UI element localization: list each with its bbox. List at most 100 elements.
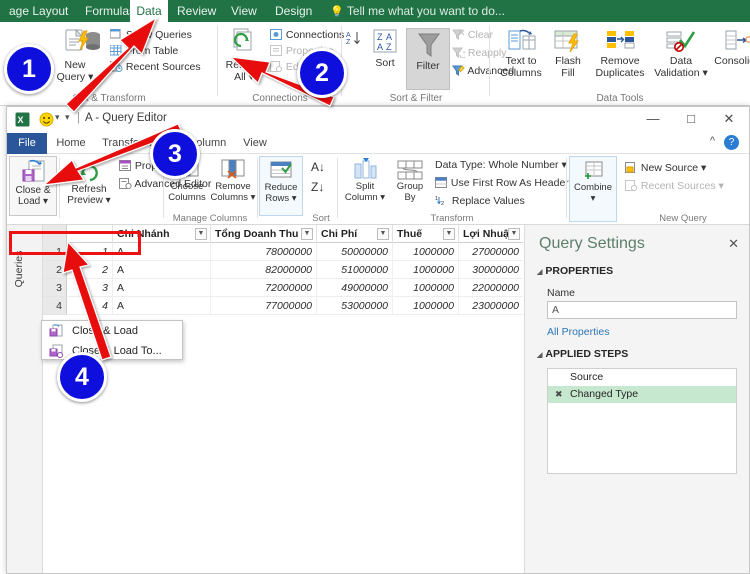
chevron-down-icon: ◢	[537, 269, 543, 276]
group-by-label-line2: By	[404, 191, 416, 203]
all-properties-link[interactable]: All Properties	[547, 326, 609, 338]
flash-fill-button[interactable]: Flash Fill	[548, 28, 588, 79]
filter-label: Filter	[416, 60, 440, 72]
qe-tab-file[interactable]: File	[7, 133, 47, 154]
flash-fill-label-line1: Flash	[555, 55, 581, 67]
minimize-button[interactable]: —	[635, 107, 671, 131]
clear-filter-item[interactable]: Clear	[452, 28, 493, 42]
maximize-button[interactable]: □	[673, 107, 709, 131]
refresh-all-button[interactable]: Refresh All ▾	[220, 28, 268, 83]
sort-ascending-button[interactable]: A↓	[311, 160, 325, 174]
applied-steps-section-header[interactable]: ◢ APPLIED STEPS	[537, 348, 628, 360]
cell-chi-nhanh: A	[113, 279, 211, 297]
remove-duplicates-label-line1: Remove	[600, 55, 640, 67]
recent-sources-icon	[109, 60, 123, 72]
show-queries-item[interactable]: Show Queries	[109, 28, 192, 42]
filter-icon	[417, 31, 441, 59]
combine-label: Combine	[573, 182, 613, 193]
sort-button[interactable]: ZAAZ Sort	[364, 28, 406, 70]
qe-tab-label: Home	[56, 137, 86, 149]
remove-duplicates-label-line2: Duplicates	[595, 66, 645, 79]
data-type-item[interactable]: Data Type: Whole Number ▾	[435, 159, 567, 171]
excel-app-icon: X	[15, 112, 30, 127]
cell-thue: 1000000	[393, 243, 459, 261]
excel-tab-label: Design	[275, 4, 313, 18]
tell-me-box[interactable]: 💡 Tell me what you want to do...	[330, 0, 505, 22]
recent-sources-label: Recent Sources	[640, 180, 716, 192]
grid-column-header-loi-nhuan[interactable]: Lợi Nhuận ▼	[459, 225, 523, 243]
qe-tab-view[interactable]: View	[233, 133, 277, 154]
refresh-all-icon	[232, 28, 258, 58]
row-header[interactable]: 3	[43, 279, 67, 297]
properties-section-header[interactable]: ◢ PROPERTIES	[537, 265, 613, 277]
text-to-columns-label-line2: Columns	[500, 66, 542, 79]
filter-dropdown-icon[interactable]: ▼	[377, 228, 389, 240]
group-title: Data Tools	[596, 93, 644, 104]
cell-loi-nhuan: 22000000	[459, 279, 523, 297]
reduce-rows-button[interactable]: Reduce Rows ▾	[259, 156, 303, 216]
applied-step-source[interactable]: Source	[548, 369, 736, 386]
sort-descending-icon: Z↓	[311, 180, 325, 194]
tell-me-label: Tell me what you want to do...	[346, 4, 505, 18]
close-and-load-button[interactable]: Close & Load ▾	[9, 156, 57, 216]
filter-dropdown-icon[interactable]: ▼	[443, 228, 455, 240]
remove-duplicates-button[interactable]: Remove Duplicates	[588, 28, 652, 79]
applied-step-changed-type[interactable]: ✖ Changed Type	[548, 386, 736, 403]
grid-column-header-tong-doanh-thu[interactable]: Tổng Doanh Thu ▼	[211, 225, 317, 243]
delete-step-icon[interactable]: ✖	[555, 386, 563, 403]
filter-dropdown-icon[interactable]: ▼	[508, 228, 520, 240]
help-button[interactable]: ?	[724, 135, 739, 150]
replace-values-item[interactable]: 12 Replace Values	[435, 195, 525, 207]
filter-dropdown-icon[interactable]: ▼	[301, 228, 313, 240]
menu-item-close-and-load[interactable]: Close & Load	[42, 321, 182, 341]
from-table-item[interactable]: From Table	[109, 44, 178, 58]
excel-tab-data[interactable]: Data	[130, 0, 168, 22]
text-to-columns-button[interactable]: Text to Columns	[496, 28, 546, 79]
callout-1: 1	[4, 44, 54, 94]
recent-sources-item[interactable]: Recent Sources ▾	[625, 180, 724, 192]
minimize-icon: —	[646, 111, 660, 126]
cell-thue: 1000000	[393, 279, 459, 297]
qat-customize-arrow[interactable]: ▾	[65, 112, 70, 123]
excel-tab-page-layout[interactable]: age Layout	[0, 0, 76, 22]
sort-descending-button[interactable]: Z↓	[311, 180, 324, 194]
new-source-item[interactable]: New Source ▾	[625, 162, 706, 174]
qe-tab-home[interactable]: Home	[47, 133, 95, 154]
close-button[interactable]: ✕	[711, 107, 747, 131]
ribbon-group-sort: A↓ Z↓ Sort	[305, 156, 337, 224]
excel-tab-view[interactable]: View	[222, 0, 266, 22]
excel-tab-design[interactable]: Design	[266, 0, 322, 22]
row-header[interactable]: 4	[43, 297, 67, 315]
row-header[interactable]: 2	[43, 261, 67, 279]
consolidate-button[interactable]: Consolidate	[712, 28, 750, 68]
data-validation-button[interactable]: Data Validation ▾	[652, 28, 710, 79]
excel-ribbon: Get & Transform New Query ▾ Show Queries	[0, 22, 750, 106]
smiley-feedback-icon[interactable]	[39, 112, 54, 127]
flash-fill-label-line2: Fill	[561, 66, 575, 79]
flash-fill-icon	[554, 28, 582, 54]
sort-ascending-icon: AZ	[346, 30, 362, 46]
query-name-input[interactable]: A	[547, 301, 737, 319]
connections-item[interactable]: Connections	[270, 28, 344, 42]
applied-step-label: Source	[570, 371, 604, 383]
choose-columns-label-line2: Columns	[168, 191, 206, 203]
close-and-load-label-line1: Close &	[15, 185, 51, 196]
query-editor-window: X ▾ ▾ | A - Query Editor — □ ✕ File Home…	[6, 106, 750, 574]
chevron-up-icon: ^	[709, 135, 715, 147]
use-first-row-as-headers-item[interactable]: Use First Row As Headers ▾	[435, 177, 582, 189]
filter-button[interactable]: Filter	[406, 28, 450, 90]
menu-item-close-and-load-to[interactable]: Close & Load To...	[42, 341, 182, 361]
recent-sources-item[interactable]: Recent Sources	[109, 60, 201, 74]
collapse-ribbon-button[interactable]: ^	[710, 135, 715, 147]
group-title: Manage Columns	[172, 213, 248, 224]
excel-tab-review[interactable]: Review	[168, 0, 222, 22]
power-query-icon	[78, 28, 102, 52]
name-label: Name	[547, 287, 576, 299]
queries-pane[interactable]: Queries	[7, 225, 43, 573]
filter-dropdown-icon[interactable]: ▼	[195, 228, 207, 240]
grid-column-header-thue[interactable]: Thuế ▼	[393, 225, 459, 243]
query-settings-close-icon[interactable]: ✕	[728, 236, 739, 252]
grid-column-header-chi-phi[interactable]: Chi Phí ▼	[317, 225, 393, 243]
combine-button[interactable]: Combine ▾	[569, 156, 617, 222]
smiley-dropdown-arrow[interactable]: ▾	[55, 112, 60, 123]
